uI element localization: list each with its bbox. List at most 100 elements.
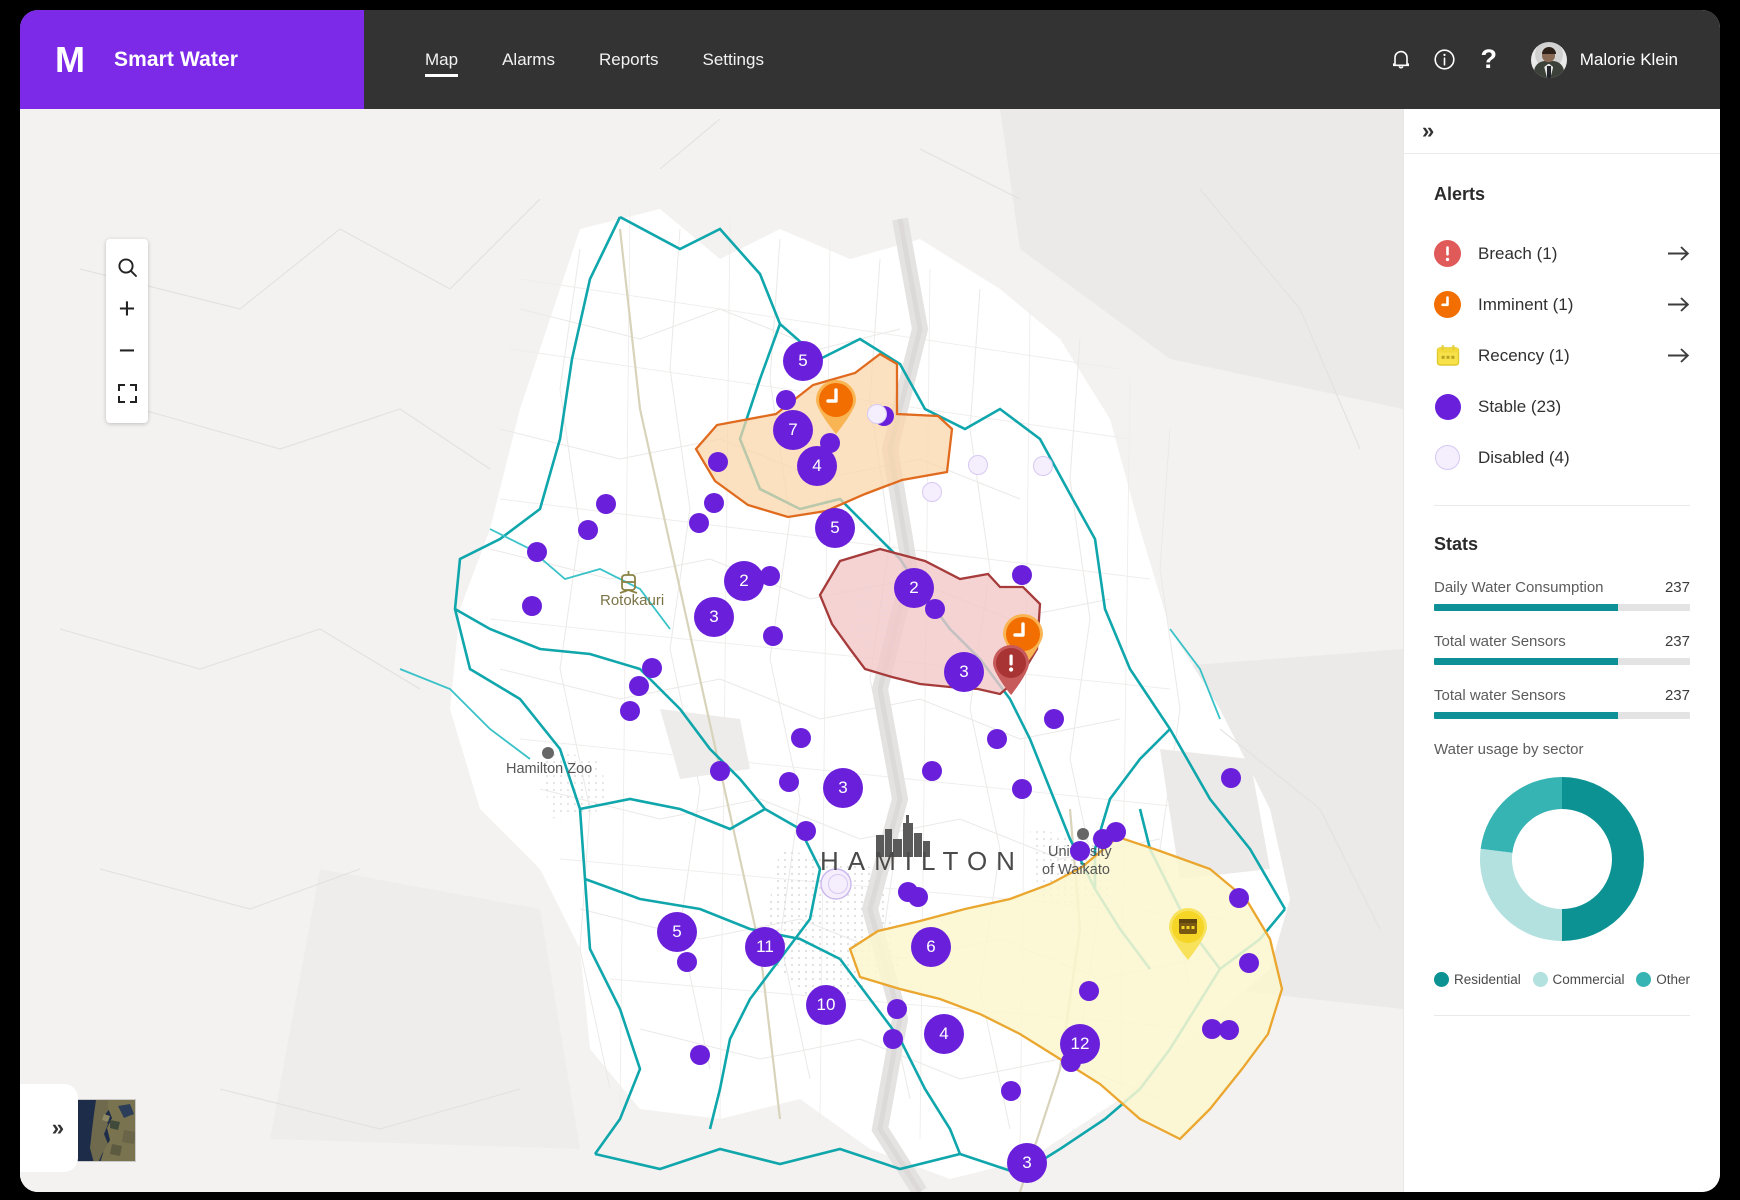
cluster-marker[interactable]: 12 — [1060, 1024, 1100, 1064]
sensor-dot[interactable] — [620, 701, 640, 721]
cluster-marker[interactable]: 5 — [657, 912, 697, 952]
sensor-dot[interactable] — [1202, 1019, 1222, 1039]
sensor-dot[interactable] — [689, 513, 709, 533]
help-glyph: ? — [1480, 44, 1497, 74]
donut-slice[interactable] — [1480, 848, 1562, 941]
donut-slice[interactable] — [1480, 777, 1562, 853]
recency-icon — [1434, 342, 1461, 369]
sensor-dot[interactable] — [708, 452, 728, 472]
brand-block[interactable]: M Smart Water — [20, 10, 364, 109]
disabled-icon — [1434, 444, 1461, 471]
alert-row-imminent[interactable]: Imminent (1) — [1434, 279, 1690, 330]
disabled-sensor-dot[interactable] — [867, 404, 887, 424]
sensor-dot[interactable] — [883, 1029, 903, 1049]
info-icon[interactable] — [1423, 38, 1467, 82]
cluster-marker[interactable]: 3 — [823, 768, 863, 808]
legend-item-commercial[interactable]: Commercial — [1532, 972, 1625, 987]
disabled-sensor-dot[interactable] — [922, 482, 942, 502]
imminent-icon — [1434, 291, 1461, 318]
breach-arrow-icon[interactable] — [1667, 245, 1690, 262]
cluster-marker[interactable]: 7 — [773, 410, 813, 450]
search-icon[interactable] — [106, 246, 148, 288]
cluster-count: 4 — [939, 1024, 949, 1043]
alert-row-disabled[interactable]: Disabled (4) — [1434, 432, 1690, 483]
alert-row-recency[interactable]: Recency (1) — [1434, 330, 1690, 381]
nav-tab-reports[interactable]: Reports — [577, 10, 681, 109]
map-panel-expand-button[interactable]: » — [20, 1084, 78, 1172]
cluster-marker[interactable]: 10 — [806, 985, 846, 1025]
legend-item-residential[interactable]: Residential — [1434, 972, 1521, 987]
sensor-dot[interactable] — [1239, 953, 1259, 973]
sensor-dot[interactable] — [1012, 565, 1032, 585]
sensor-dot[interactable] — [642, 658, 662, 678]
sensor-dot[interactable] — [796, 821, 816, 841]
sensor-dot[interactable] — [987, 729, 1007, 749]
disabled-sensor-dot[interactable] — [828, 874, 848, 894]
sidebar-collapse-icon[interactable]: » — [1422, 118, 1434, 144]
nav-tab-alarms[interactable]: Alarms — [480, 10, 577, 109]
zoom-in-icon[interactable]: + — [106, 288, 148, 330]
sensor-dot[interactable] — [677, 952, 697, 972]
cluster-marker[interactable]: 3 — [694, 597, 734, 637]
cluster-marker[interactable]: 4 — [797, 446, 837, 486]
nav-tab-map[interactable]: Map — [403, 10, 480, 109]
disabled-sensor-dot[interactable] — [1033, 456, 1053, 476]
sensor-dot[interactable] — [1106, 822, 1126, 842]
recency-pin-marker[interactable] — [1165, 907, 1211, 966]
bell-icon[interactable] — [1379, 38, 1423, 82]
cluster-marker[interactable]: 2 — [724, 561, 764, 601]
sensor-dot[interactable] — [908, 887, 928, 907]
alert-row-stable[interactable]: Stable (23) — [1434, 381, 1690, 432]
breach-icon — [1434, 240, 1461, 267]
cluster-marker[interactable]: 5 — [783, 341, 823, 381]
sensor-dot[interactable] — [527, 542, 547, 562]
sensor-dot[interactable] — [779, 772, 799, 792]
sensor-dot[interactable] — [704, 493, 724, 513]
sensor-dot[interactable] — [710, 761, 730, 781]
sensor-dot[interactable] — [629, 676, 649, 696]
disabled-sensor-dot[interactable] — [968, 455, 988, 475]
legend-item-other[interactable]: Other — [1636, 972, 1690, 987]
sensor-dot[interactable] — [522, 596, 542, 616]
cluster-marker[interactable]: 3 — [944, 652, 984, 692]
sensor-dot[interactable] — [1219, 1020, 1239, 1040]
sensor-dot[interactable] — [1012, 779, 1032, 799]
sensor-dot[interactable] — [776, 390, 796, 410]
cluster-marker[interactable]: 11 — [745, 927, 785, 967]
avatar[interactable] — [1530, 41, 1567, 78]
map-canvas[interactable]: HAMILTON Rotokauri Hamilton Zoo Universi… — [20, 109, 1403, 1192]
alert-row-breach[interactable]: Breach (1) — [1434, 228, 1690, 279]
donut-svg — [1480, 777, 1644, 941]
sidebar-content: Alerts Breach (1) Imminent (1) Recency (… — [1404, 154, 1720, 1016]
cluster-marker[interactable]: 4 — [924, 1014, 964, 1054]
sensor-dot[interactable] — [1070, 841, 1090, 861]
sensor-dot[interactable] — [1044, 709, 1064, 729]
imminent-pin-marker[interactable] — [812, 379, 860, 440]
fullscreen-icon[interactable] — [106, 372, 148, 414]
sensor-dot[interactable] — [1221, 768, 1241, 788]
sensor-dot[interactable] — [1079, 981, 1099, 1001]
zoom-out-icon[interactable]: − — [106, 330, 148, 372]
sensor-dot[interactable] — [1229, 888, 1249, 908]
nav-tab-settings[interactable]: Settings — [681, 10, 786, 109]
cluster-marker[interactable]: 5 — [815, 508, 855, 548]
cluster-marker[interactable]: 3 — [1007, 1143, 1047, 1183]
sensor-dot[interactable] — [763, 626, 783, 646]
sensor-dot[interactable] — [596, 494, 616, 514]
imminent-arrow-icon[interactable] — [1667, 296, 1690, 313]
recency-arrow-icon[interactable] — [1667, 347, 1690, 364]
cluster-marker[interactable]: 6 — [911, 927, 951, 967]
sensor-dot[interactable] — [887, 999, 907, 1019]
sensor-dot[interactable] — [791, 728, 811, 748]
cluster-count: 2 — [909, 578, 919, 597]
sensor-dot[interactable] — [922, 761, 942, 781]
sensor-dot[interactable] — [578, 520, 598, 540]
donut-slice[interactable] — [1562, 777, 1644, 941]
sensor-dot[interactable] — [690, 1045, 710, 1065]
user-name[interactable]: Malorie Klein — [1580, 50, 1678, 70]
basemap-thumbnail[interactable] — [73, 1099, 136, 1162]
help-icon[interactable]: ? — [1467, 38, 1511, 82]
breach-pin-marker[interactable] — [989, 644, 1033, 701]
cluster-marker[interactable]: 2 — [894, 568, 934, 608]
sensor-dot[interactable] — [1001, 1081, 1021, 1101]
